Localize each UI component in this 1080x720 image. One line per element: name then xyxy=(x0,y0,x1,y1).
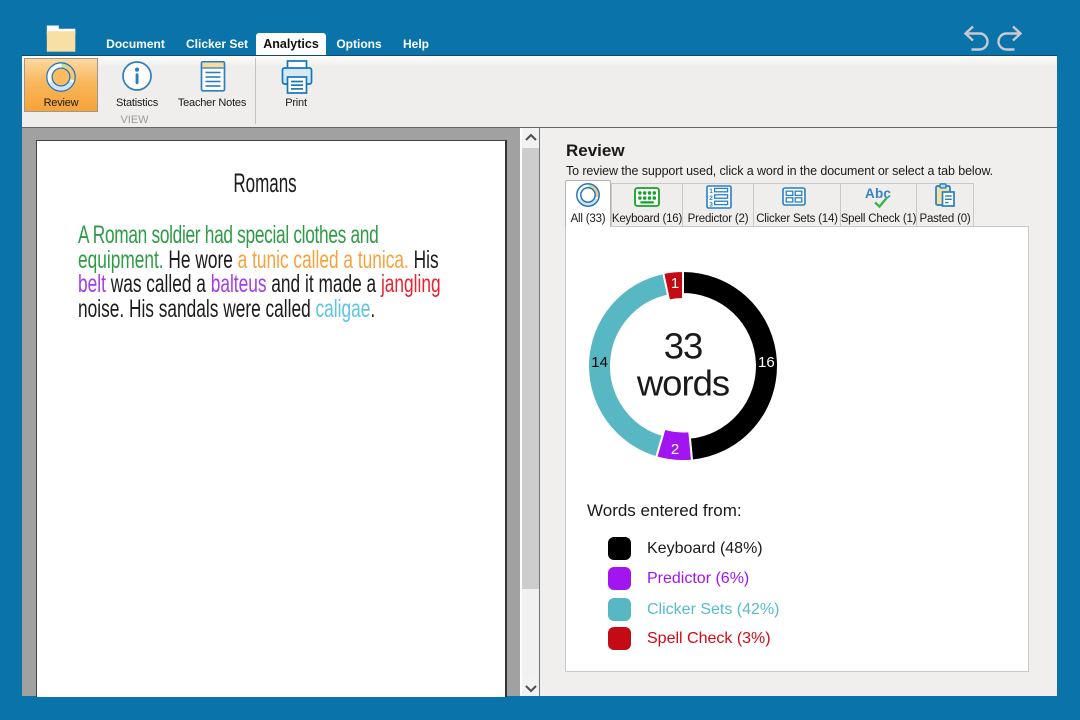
svg-text:16: 16 xyxy=(758,354,775,371)
svg-text:33: 33 xyxy=(664,326,703,367)
svg-text:14: 14 xyxy=(591,354,608,371)
svg-text:words: words xyxy=(636,363,729,404)
svg-text:2: 2 xyxy=(671,441,679,458)
svg-text:3: 3 xyxy=(709,201,713,208)
svg-text:1: 1 xyxy=(671,275,679,292)
